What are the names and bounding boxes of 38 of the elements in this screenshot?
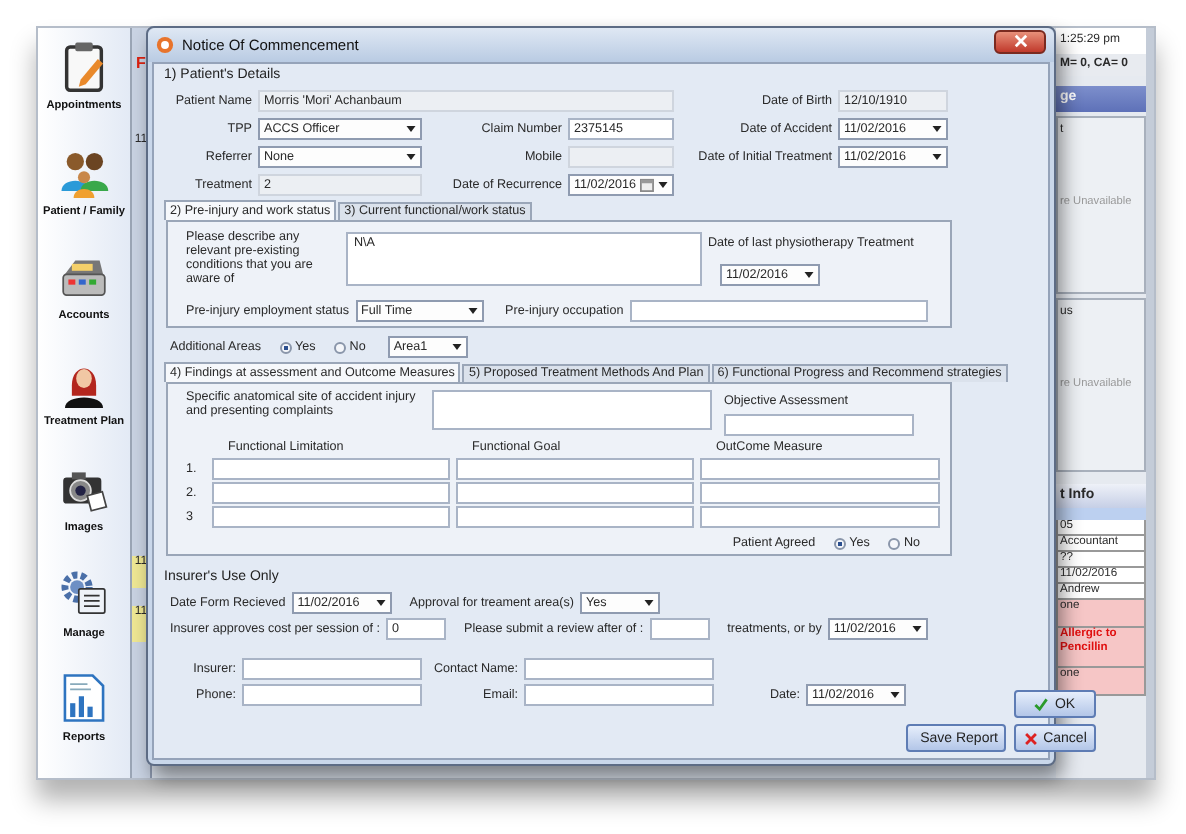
caret-icon xyxy=(932,154,942,160)
caret-icon xyxy=(932,126,942,132)
input-field[interactable] xyxy=(212,482,450,504)
caret-icon xyxy=(375,600,386,606)
input-field[interactable] xyxy=(456,506,694,528)
calendar-icon xyxy=(640,178,655,192)
gear-icon xyxy=(56,567,112,620)
cross-icon xyxy=(1023,731,1038,745)
input-field[interactable] xyxy=(456,482,694,504)
caret-icon xyxy=(911,626,922,632)
input-field[interactable] xyxy=(212,506,450,528)
input-field[interactable] xyxy=(700,482,940,504)
caret-icon xyxy=(406,126,416,132)
close-button[interactable] xyxy=(994,29,1046,53)
input-field[interactable] xyxy=(629,299,928,322)
input-field[interactable] xyxy=(568,146,674,168)
input-field[interactable] xyxy=(700,506,940,528)
input-field[interactable] xyxy=(242,658,422,680)
caret-icon xyxy=(658,182,668,188)
caret-icon xyxy=(644,600,654,606)
input-field[interactable] xyxy=(212,458,450,480)
input-field[interactable] xyxy=(242,684,422,706)
caret-icon xyxy=(804,272,814,278)
input-field[interactable] xyxy=(649,618,710,640)
close-icon xyxy=(1013,34,1027,48)
input-field[interactable] xyxy=(724,414,914,436)
caret-icon xyxy=(451,344,462,350)
app-icon xyxy=(156,36,174,54)
text-fragment: F xyxy=(134,54,148,72)
input-field[interactable] xyxy=(700,458,940,480)
caret-icon xyxy=(406,154,416,160)
check-icon xyxy=(1034,697,1049,711)
input-field[interactable] xyxy=(524,658,714,680)
caret-icon xyxy=(890,692,900,698)
input-field[interactable] xyxy=(524,684,714,706)
text-area[interactable] xyxy=(432,390,712,430)
caret-icon xyxy=(467,307,478,314)
input-field[interactable] xyxy=(456,458,694,480)
